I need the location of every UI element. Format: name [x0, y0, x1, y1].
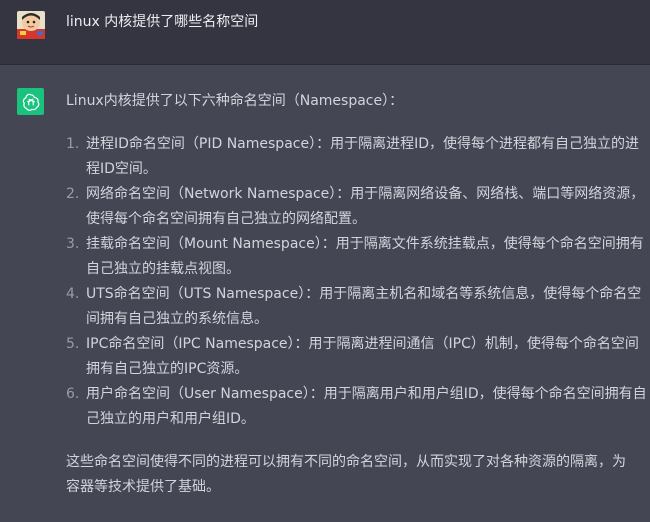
- list-item: 1. 进程ID命名空间（PID Namespace）：用于隔离进程ID，使得每个…: [66, 132, 650, 182]
- list-number: 6.: [66, 386, 80, 402]
- intro-text: Linux内核提供了以下六种命名空间（Namespace）：: [66, 93, 404, 109]
- list-number: 2.: [66, 186, 80, 202]
- list-item-text: 用户命名空间（User Namespace）：用于隔离用户和用户组ID，使得每个…: [86, 386, 647, 427]
- user-avatar-icon: [17, 11, 45, 39]
- list-item: 2. 网络命名空间（Network Namespace）：用于隔离网络设备、网络…: [66, 182, 650, 232]
- list-item: 3. 挂载命名空间（Mount Namespace）：用于隔离文件系统挂载点，使…: [66, 232, 650, 282]
- conclusion-text: 这些命名空间使得不同的进程可以拥有不同的命名空间，从而实现了对各种资源的隔离，为…: [66, 454, 626, 495]
- namespace-list: 1. 进程ID命名空间（PID Namespace）：用于隔离进程ID，使得每个…: [66, 132, 650, 432]
- list-item-text: 挂载命名空间（Mount Namespace）：用于隔离文件系统挂载点，使得每个…: [86, 236, 644, 277]
- user-message-row: linux 内核提供了哪些名称空间: [0, 0, 650, 65]
- assistant-message-content: Linux内核提供了以下六种命名空间（Namespace）： 1. 进程ID命名…: [66, 89, 650, 500]
- list-number: 1.: [66, 136, 80, 152]
- list-number: 3.: [66, 236, 80, 252]
- list-item: 6. 用户命名空间（User Namespace）：用于隔离用户和用户组ID，使…: [66, 382, 650, 432]
- chat-page: linux 内核提供了哪些名称空间 Linux内核提供了以下六种命名空间（Nam…: [0, 0, 650, 522]
- list-number: 5.: [66, 336, 80, 352]
- list-item-text: UTS命名空间（UTS Namespace）：用于隔离主机名和域名等系统信息，使…: [86, 286, 642, 327]
- list-item-text: 进程ID命名空间（PID Namespace）：用于隔离进程ID，使得每个进程都…: [86, 136, 639, 177]
- openai-logo-icon: [17, 88, 44, 115]
- user-message-text: linux 内核提供了哪些名称空间: [66, 14, 259, 30]
- list-item: 5. IPC命名空间（IPC Namespace）：用于隔离进程间通信（IPC）…: [66, 332, 650, 382]
- list-item-text: 网络命名空间（Network Namespace）：用于隔离网络设备、网络栈、端…: [86, 186, 645, 227]
- list-number: 4.: [66, 286, 80, 302]
- assistant-message-row: Linux内核提供了以下六种命名空间（Namespace）： 1. 进程ID命名…: [0, 65, 650, 522]
- list-item-text: IPC命名空间（IPC Namespace）：用于隔离进程间通信（IPC）机制，…: [86, 336, 639, 377]
- list-item: 4. UTS命名空间（UTS Namespace）：用于隔离主机名和域名等系统信…: [66, 282, 650, 332]
